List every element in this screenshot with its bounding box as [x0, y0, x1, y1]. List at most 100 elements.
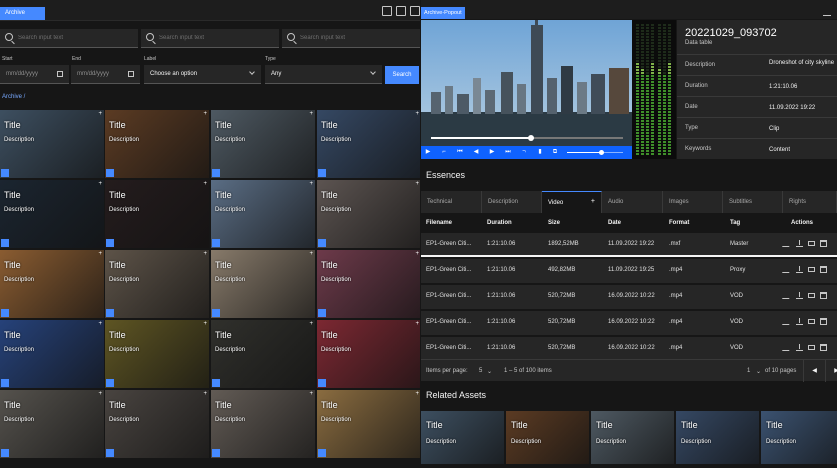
table-row[interactable]: EP1-Green Citi... 1:21:10.06 492,82MB 11.09… — [421, 259, 837, 283]
mail-icon[interactable] — [808, 319, 815, 324]
folder-icon[interactable] — [410, 6, 420, 16]
trash-icon[interactable] — [820, 344, 827, 351]
tab-description[interactable]: Description — [482, 191, 542, 213]
asset-tile[interactable]: Title Description + — [0, 180, 104, 248]
add-icon[interactable]: + — [203, 111, 207, 117]
download-icon[interactable] — [796, 292, 803, 299]
add-icon[interactable]: + — [309, 181, 313, 187]
add-icon[interactable]: + — [591, 198, 595, 205]
trash-icon[interactable] — [820, 318, 827, 325]
search-input-3[interactable] — [300, 31, 400, 45]
add-icon[interactable]: + — [309, 251, 313, 257]
add-icon[interactable]: + — [415, 181, 419, 187]
add-icon[interactable]: + — [309, 111, 313, 117]
table-row[interactable]: EP1-Green Citi... 1:21:10.06 1892,52MB 11.0… — [421, 233, 837, 257]
asset-tile[interactable]: Title Description + — [0, 110, 104, 178]
add-icon[interactable]: + — [98, 111, 102, 117]
mail-icon[interactable] — [808, 267, 815, 272]
related-asset-tile[interactable]: Title Description — [761, 411, 837, 464]
asset-tile[interactable]: Title Description + — [211, 180, 315, 248]
edit-icon[interactable] — [781, 240, 794, 247]
asset-tile[interactable]: Title Description + — [0, 320, 104, 388]
column-header[interactable]: Size — [548, 220, 560, 226]
page-select[interactable]: 1 — [747, 368, 750, 374]
edit-icon[interactable] — [781, 344, 794, 351]
add-icon[interactable]: + — [415, 111, 419, 117]
add-icon[interactable]: + — [203, 321, 207, 327]
asset-tile[interactable]: Title Description + — [317, 320, 420, 388]
asset-tile[interactable]: Title Description + — [211, 320, 315, 388]
trash-icon[interactable] — [820, 266, 827, 273]
skip-end-icon[interactable]: ⏭ — [505, 149, 511, 155]
add-icon[interactable]: + — [98, 181, 102, 187]
add-icon[interactable]: + — [309, 321, 313, 327]
start-date-input[interactable]: mm/dd/yyyy — [0, 65, 69, 84]
archive-popout-tab[interactable]: Archive-Popout — [421, 7, 465, 19]
end-date-input[interactable]: mm/dd/yyyy — [71, 65, 140, 84]
asset-tile[interactable]: Title Description + — [211, 110, 315, 178]
add-icon[interactable]: + — [309, 391, 313, 397]
save-icon[interactable] — [396, 6, 406, 16]
mark-out-icon[interactable]: ¬ — [521, 149, 527, 155]
asset-tile[interactable]: Title Description + — [0, 390, 104, 458]
column-header[interactable]: Filename — [426, 220, 452, 226]
tab-technical[interactable]: Technical — [421, 191, 482, 213]
seek-bar[interactable] — [431, 135, 623, 141]
fullscreen-icon[interactable]: ⧉ — [552, 149, 558, 155]
volume-slider[interactable] — [567, 150, 623, 155]
type-select[interactable]: Any — [265, 65, 382, 84]
label-select[interactable]: Choose an option — [144, 65, 261, 84]
mail-icon[interactable] — [808, 293, 815, 298]
forward-icon[interactable]: ▶ — [489, 149, 495, 155]
volume-handle[interactable] — [598, 150, 604, 155]
items-per-page-select[interactable]: 5 — [479, 368, 482, 374]
tab-audio[interactable]: Audio — [602, 191, 663, 213]
asset-tile[interactable]: Title Description + — [105, 180, 209, 248]
asset-tile[interactable]: Title Description + — [317, 250, 420, 318]
column-header[interactable]: Format — [669, 220, 689, 226]
search-input-2[interactable] — [159, 31, 259, 45]
archive-tab[interactable]: Archive — [0, 7, 45, 20]
skip-start-icon[interactable]: ⏮ — [457, 149, 463, 155]
column-header[interactable]: Tag — [730, 220, 740, 226]
asset-tile[interactable]: Title Description + — [211, 390, 315, 458]
add-icon[interactable]: + — [415, 321, 419, 327]
asset-tile[interactable]: Title Description + — [317, 110, 420, 178]
download-icon[interactable] — [796, 344, 803, 351]
column-header[interactable]: Actions — [791, 220, 813, 226]
mark-in-icon[interactable]: ⌐ — [441, 149, 447, 155]
add-icon[interactable]: + — [203, 391, 207, 397]
tab-subtitles[interactable]: Subtitles — [723, 191, 783, 213]
asset-tile[interactable]: Title Description + — [105, 320, 209, 388]
add-icon[interactable]: + — [203, 181, 207, 187]
add-icon[interactable]: + — [415, 391, 419, 397]
download-icon[interactable] — [796, 266, 803, 273]
download-icon[interactable] — [823, 8, 831, 16]
popout-icon[interactable] — [382, 6, 392, 16]
edit-icon[interactable] — [781, 266, 794, 273]
asset-tile[interactable]: Title Description + — [317, 180, 420, 248]
asset-tile[interactable]: Title Description + — [0, 250, 104, 318]
table-row[interactable]: EP1-Green Citi... 1:21:10.06 520,72MB 16.09… — [421, 337, 837, 361]
prev-page-button[interactable]: ◀ — [803, 360, 825, 382]
rewind-icon[interactable]: ◀ — [473, 149, 479, 155]
next-page-button[interactable]: ▶ — [825, 360, 837, 382]
tab-rights[interactable]: Rights — [783, 191, 837, 213]
search-button[interactable]: Search — [385, 66, 419, 84]
add-icon[interactable]: + — [415, 251, 419, 257]
seek-handle[interactable] — [527, 135, 534, 141]
edit-icon[interactable] — [781, 292, 794, 299]
video-player[interactable] — [421, 20, 632, 146]
trash-icon[interactable] — [820, 292, 827, 299]
table-row[interactable]: EP1-Green Citi... 1:21:10.06 520,72MB 16.09… — [421, 311, 837, 335]
mail-icon[interactable] — [808, 241, 815, 246]
related-asset-tile[interactable]: Title Description — [591, 411, 674, 464]
related-asset-tile[interactable]: Title Description — [506, 411, 589, 464]
related-asset-tile[interactable]: Title Description — [421, 411, 504, 464]
add-icon[interactable]: + — [98, 251, 102, 257]
download-icon[interactable] — [796, 240, 803, 247]
mail-icon[interactable] — [808, 345, 815, 350]
search-input-1[interactable] — [18, 31, 118, 45]
column-header[interactable]: Duration — [487, 220, 512, 226]
add-icon[interactable]: + — [98, 321, 102, 327]
